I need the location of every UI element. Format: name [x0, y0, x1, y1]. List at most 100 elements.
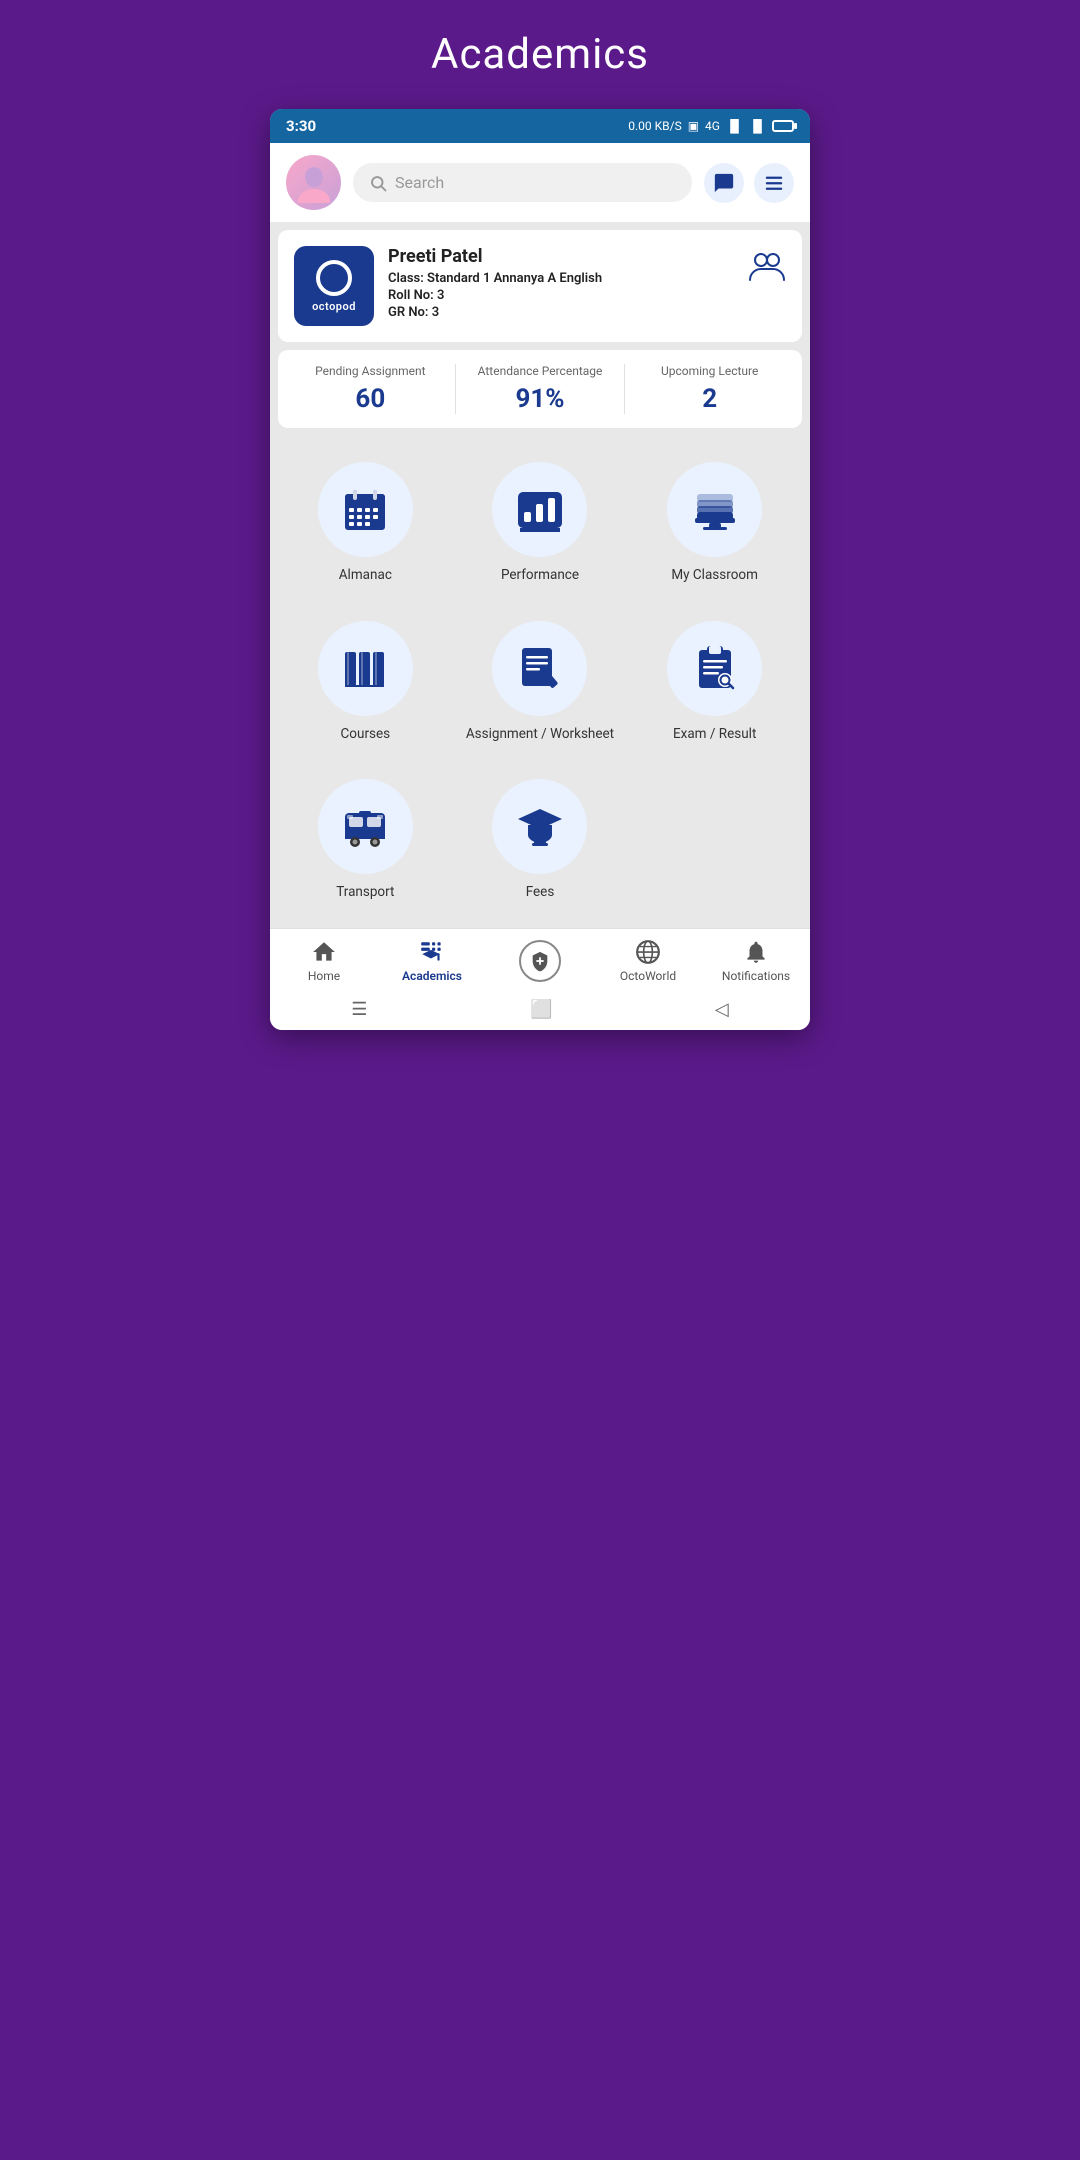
nav-octoworld-label: OctoWorld [620, 969, 676, 983]
octopod-text: octopod [312, 300, 356, 313]
app-header: Search [270, 143, 810, 222]
stats-row: Pending Assignment 60 Attendance Percent… [278, 350, 802, 428]
fees-icon-circle [492, 779, 587, 874]
nav-back-btn[interactable]: ◁ [715, 999, 729, 1020]
classroom-icon-circle [667, 462, 762, 557]
profile-card: octopod Preeti Patel Class: Standard 1 A… [278, 230, 802, 342]
nav-home[interactable]: Home [289, 939, 359, 983]
chat-button[interactable] [704, 163, 744, 203]
profile-name: Preeti Patel [388, 246, 602, 267]
signal-type: 4G [705, 119, 720, 133]
profile-left: octopod Preeti Patel Class: Standard 1 A… [294, 246, 602, 326]
system-bar: ☰ ⬜ ◁ [270, 989, 810, 1030]
profile-gr: GR No: 3 [388, 305, 602, 320]
upcoming-label: Upcoming Lecture [625, 364, 794, 378]
gr-value: 3 [432, 305, 439, 320]
search-bar[interactable]: Search [353, 163, 692, 202]
avatar-image [286, 155, 341, 210]
performance-icon-circle [492, 462, 587, 557]
transport-icon-circle [318, 779, 413, 874]
stat-pending[interactable]: Pending Assignment 60 [286, 364, 455, 414]
transport-label: Transport [336, 884, 394, 902]
signal-bars: ▐▌ [726, 119, 743, 133]
menu-item-almanac[interactable]: Almanac [278, 444, 453, 603]
fees-label: Fees [526, 884, 555, 902]
search-placeholder: Search [395, 173, 444, 192]
nav-menu-btn[interactable]: ☰ [351, 999, 367, 1020]
menu-item-performance[interactable]: Performance [453, 444, 628, 603]
network-speed: 0.00 KB/S [628, 119, 681, 133]
menu-item-fees[interactable]: Fees [453, 761, 628, 920]
nav-notifications-label: Notifications [722, 969, 790, 983]
menu-grid: Almanac Performance [270, 436, 810, 928]
almanac-label: Almanac [339, 567, 392, 585]
fees-icon [514, 801, 566, 853]
class-label: Class: [388, 271, 424, 286]
status-bar: 3:30 0.00 KB/S ▣ 4G ▐▌ ▐▌ [270, 109, 810, 143]
menu-item-exam[interactable]: Exam / Result [627, 603, 802, 762]
stat-attendance[interactable]: Attendance Percentage 91% [456, 364, 625, 414]
courses-label: Courses [341, 726, 391, 744]
assignment-icon [514, 642, 566, 694]
octopod-circle [316, 260, 352, 296]
sim-icon: ▣ [688, 119, 699, 133]
battery-icon [772, 120, 794, 132]
nav-academics[interactable]: Academics [397, 939, 467, 983]
nav-home-btn[interactable]: ⬜ [530, 999, 552, 1020]
user-avatar[interactable] [286, 155, 341, 210]
menu-item-courses[interactable]: Courses [278, 603, 453, 762]
octopod-logo: octopod [294, 246, 374, 326]
bottom-nav: Home Academics [270, 928, 810, 989]
attendance-value: 91% [456, 384, 625, 414]
chat-icon [713, 172, 735, 194]
assignment-label: Assignment / Worksheet [466, 726, 614, 744]
signal-bars2: ▐▌ [749, 119, 766, 133]
assignment-icon-circle [492, 621, 587, 716]
exam-label: Exam / Result [673, 726, 756, 744]
header-icons [704, 163, 794, 203]
pending-value: 60 [286, 384, 455, 414]
classroom-label: My Classroom [671, 567, 758, 585]
menu-item-transport[interactable]: Transport [278, 761, 453, 920]
stat-upcoming[interactable]: Upcoming Lecture 2 [625, 364, 794, 414]
academics-icon [419, 939, 445, 965]
almanac-icon [339, 484, 391, 536]
page-title: Academics [431, 30, 649, 79]
exam-icon-circle [667, 621, 762, 716]
plus-shield-icon [529, 950, 551, 972]
profile-roll: Roll No: 3 [388, 288, 602, 303]
status-right: 0.00 KB/S ▣ 4G ▐▌ ▐▌ [628, 119, 794, 133]
performance-icon [514, 484, 566, 536]
globe-icon [635, 939, 661, 965]
attendance-label: Attendance Percentage [456, 364, 625, 378]
class-value: Standard 1 Annanya A English [427, 271, 602, 286]
nav-octoplus[interactable] [505, 940, 575, 982]
octoplus-circle [519, 940, 561, 982]
menu-item-assignment[interactable]: Assignment / Worksheet [453, 603, 628, 762]
bell-icon [743, 939, 769, 965]
almanac-icon-circle [318, 462, 413, 557]
nav-octoworld[interactable]: OctoWorld [613, 939, 683, 983]
transport-icon [339, 801, 391, 853]
status-time: 3:30 [286, 117, 316, 135]
avatar-svg [294, 163, 334, 203]
courses-icon [339, 642, 391, 694]
nav-academics-label: Academics [402, 969, 462, 983]
phone-frame: 3:30 0.00 KB/S ▣ 4G ▐▌ ▐▌ S [270, 109, 810, 1030]
gr-label: GR No: [388, 305, 428, 320]
nav-notifications[interactable]: Notifications [721, 939, 791, 983]
menu-button[interactable] [754, 163, 794, 203]
nav-home-label: Home [308, 969, 340, 983]
profile-group-icon[interactable] [748, 246, 786, 284]
profile-class: Class: Standard 1 Annanya A English [388, 271, 602, 286]
roll-label: Roll No: [388, 288, 434, 303]
profile-info: Preeti Patel Class: Standard 1 Annanya A… [388, 246, 602, 322]
upcoming-value: 2 [625, 384, 794, 414]
pending-label: Pending Assignment [286, 364, 455, 378]
performance-label: Performance [501, 567, 579, 585]
search-icon [369, 174, 387, 192]
hamburger-icon [763, 172, 785, 194]
menu-item-classroom[interactable]: My Classroom [627, 444, 802, 603]
roll-value: 3 [437, 288, 444, 303]
exam-icon [689, 642, 741, 694]
